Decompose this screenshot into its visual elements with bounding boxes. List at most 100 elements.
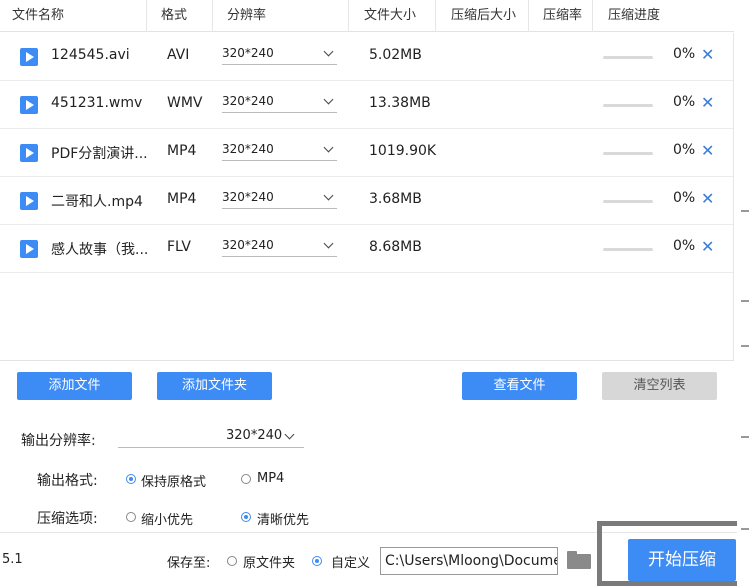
chevron-down-icon: [323, 190, 334, 201]
format-keep-radio[interactable]: [126, 474, 136, 484]
file-format: FLV: [167, 239, 191, 255]
save-to-label: 保存至:: [167, 556, 211, 571]
output-resolution-value: 320*240: [226, 428, 283, 443]
file-row[interactable]: 二哥和人.mp4 MP4 320*240 3.68MB 0% ✕: [0, 177, 733, 225]
view-file-button[interactable]: 查看文件: [462, 372, 577, 400]
folder-icon-body: [567, 554, 591, 569]
resolution-value: 320*240: [222, 190, 274, 204]
edge-tick: [741, 210, 749, 212]
resolution-select[interactable]: 320*240: [222, 139, 337, 161]
save-path-input[interactable]: C:\Users\Mloong\Documents: [380, 547, 558, 575]
progress-bar: [603, 56, 653, 59]
file-name: 124545.avi: [51, 47, 130, 63]
progress-percent: 0%: [673, 46, 696, 62]
output-resolution-select[interactable]: 320*240: [118, 428, 304, 448]
header-divider: [592, 0, 593, 32]
window-edge: [737, 0, 749, 586]
save-custom-label[interactable]: 自定义: [331, 552, 370, 571]
file-name: 二哥和人.mp4: [51, 194, 143, 210]
remove-file-close-icon[interactable]: ✕: [701, 237, 715, 257]
progress-bar: [603, 104, 653, 107]
video-file-icon: [20, 144, 38, 162]
header-divider: [348, 0, 349, 32]
file-size: 1019.90KB: [369, 143, 437, 159]
progress-bar: [603, 200, 653, 203]
quality-priority-label[interactable]: 清晰优先: [257, 509, 309, 528]
folder-icon[interactable]: [567, 551, 591, 569]
compress-option-label: 压缩选项:: [37, 511, 98, 527]
header-divider: [435, 0, 436, 32]
video-file-icon: [20, 192, 38, 210]
header-progress: 压缩进度: [608, 8, 661, 23]
output-resolution-label: 输出分辨率:: [21, 433, 96, 449]
chevron-down-icon: [323, 46, 334, 57]
file-list: 124545.avi AVI 320*240 5.02MB 0% ✕ 45123…: [0, 33, 734, 361]
header-resolution: 分辨率: [227, 8, 267, 23]
resolution-value: 320*240: [222, 238, 274, 252]
file-format: AVI: [167, 47, 190, 63]
progress-percent: 0%: [673, 94, 696, 110]
version-text: 5.1: [2, 552, 23, 567]
chevron-down-icon: [323, 94, 334, 105]
format-mp4-radio[interactable]: [241, 474, 251, 484]
file-table-header: 文件名称 格式 分辨率 文件大小 压缩后大小 压缩率 压缩进度: [0, 0, 734, 32]
edge-tick: [741, 345, 749, 347]
chevron-down-icon: [323, 238, 334, 249]
resolution-value: 320*240: [222, 142, 274, 156]
file-row[interactable]: 451231.wmv WMV 320*240 13.38MB 0% ✕: [0, 81, 733, 129]
remove-file-close-icon[interactable]: ✕: [701, 141, 715, 161]
output-format-label: 输出格式:: [37, 473, 98, 489]
header-compression-ratio: 压缩率: [543, 8, 583, 23]
progress-percent: 0%: [673, 238, 696, 254]
list-bottom-divider: [0, 360, 734, 361]
size-priority-label[interactable]: 缩小优先: [141, 509, 193, 528]
header-format: 格式: [161, 8, 188, 23]
remove-file-close-icon[interactable]: ✕: [701, 93, 715, 113]
header-file-name: 文件名称: [12, 8, 65, 23]
progress-bar: [603, 152, 653, 155]
file-name: 感人故事（我...: [51, 242, 149, 258]
file-row[interactable]: 感人故事（我... FLV 320*240 8.68MB 0% ✕: [0, 225, 733, 273]
file-format: MP4: [167, 191, 197, 207]
file-size: 8.68MB: [369, 239, 422, 255]
header-file-size: 文件大小: [364, 8, 417, 23]
save-original-label[interactable]: 原文件夹: [243, 552, 295, 571]
file-size: 3.68MB: [369, 191, 422, 207]
video-file-icon: [20, 240, 38, 258]
file-format: WMV: [167, 95, 203, 111]
clear-list-button[interactable]: 清空列表: [602, 372, 717, 400]
edge-tick: [741, 300, 749, 302]
format-keep-label[interactable]: 保持原格式: [141, 471, 206, 490]
progress-percent: 0%: [673, 142, 696, 158]
resolution-select[interactable]: 320*240: [222, 91, 337, 113]
save-custom-radio[interactable]: [312, 556, 322, 566]
resolution-select[interactable]: 320*240: [222, 235, 337, 257]
header-divider: [528, 0, 529, 32]
file-name: PDF分割演讲...: [51, 146, 148, 162]
resolution-value: 320*240: [222, 94, 274, 108]
resolution-value: 320*240: [222, 46, 274, 60]
start-compress-button[interactable]: 开始压缩: [628, 539, 736, 581]
header-divider: [146, 0, 147, 32]
file-format: MP4: [167, 143, 197, 159]
file-size: 13.38MB: [369, 95, 431, 111]
edge-tick: [741, 528, 749, 530]
chevron-down-icon: [323, 142, 334, 153]
resolution-select[interactable]: 320*240: [222, 187, 337, 209]
file-row[interactable]: 124545.avi AVI 320*240 5.02MB 0% ✕: [0, 33, 733, 81]
add-file-button[interactable]: 添加文件: [17, 372, 132, 400]
file-name: 451231.wmv: [51, 95, 143, 111]
progress-bar: [603, 248, 653, 251]
remove-file-close-icon[interactable]: ✕: [701, 189, 715, 209]
save-original-radio[interactable]: [227, 556, 237, 566]
file-row[interactable]: PDF分割演讲... MP4 320*240 1019.90KB 0% ✕: [0, 129, 733, 177]
header-compressed-size: 压缩后大小: [451, 8, 517, 23]
quality-priority-radio[interactable]: [241, 512, 251, 522]
remove-file-close-icon[interactable]: ✕: [701, 45, 715, 65]
format-mp4-label[interactable]: MP4: [257, 471, 284, 486]
header-divider: [212, 0, 213, 32]
add-folder-button[interactable]: 添加文件夹: [157, 372, 272, 400]
video-file-icon: [20, 48, 38, 66]
resolution-select[interactable]: 320*240: [222, 43, 337, 65]
size-priority-radio[interactable]: [126, 512, 136, 522]
